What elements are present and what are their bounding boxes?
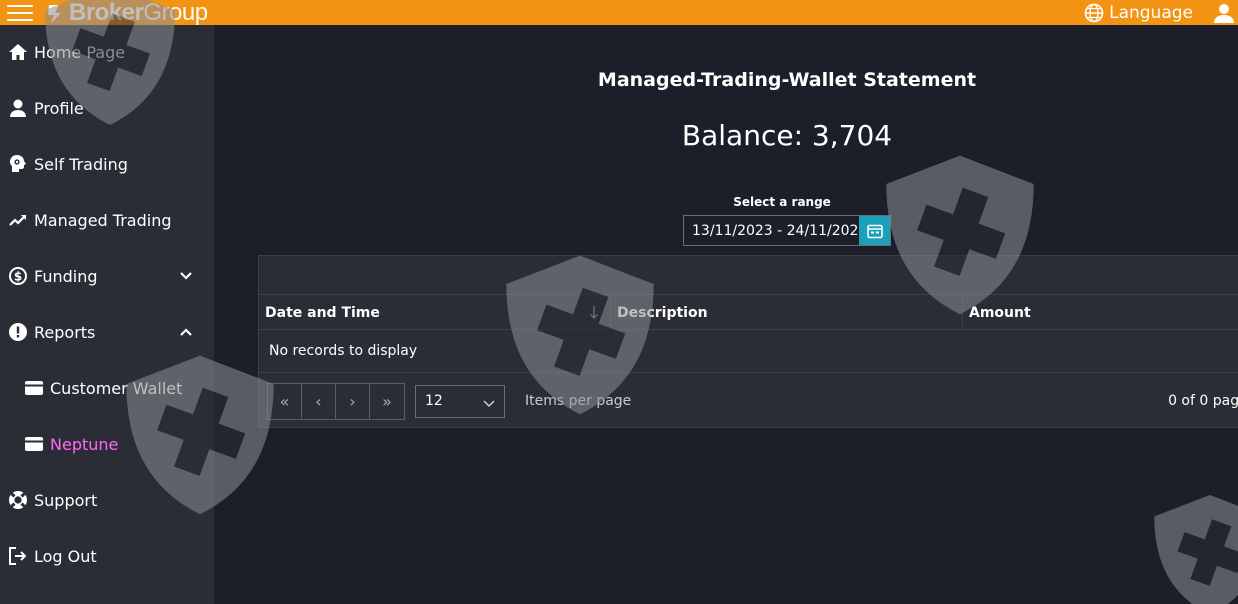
head-gear-icon [7,153,29,175]
next-page-button[interactable]: › [336,383,370,419]
sidebar: Home Page Profile Self Trading Managed T… [0,25,214,604]
sidebar-item-label: Self Trading [34,154,128,174]
sidebar-item-label: Profile [34,98,84,118]
sort-down-icon[interactable] [588,304,600,320]
sidebar-item-label: Reports [34,322,96,342]
sidebar-item-label: Customer Wallet [50,378,183,398]
sidebar-item-funding[interactable]: $ Funding [0,256,214,296]
sidebar-item-label: Home Page [34,42,126,62]
prev-page-button[interactable]: ‹ [302,383,336,419]
sidebar-item-customer-wallet[interactable]: Customer Wallet [0,368,214,408]
items-per-page-label: Items per page [525,393,632,409]
pager-buttons: « ‹ › » [267,382,405,420]
chevron-down-icon [483,399,495,407]
sidebar-item-label: Neptune [50,434,119,454]
first-page-button[interactable]: « [268,383,302,419]
calendar-button[interactable] [859,216,890,245]
sidebar-item-profile[interactable]: Profile [0,88,214,128]
menu-icon[interactable] [7,3,33,23]
sidebar-item-neptune[interactable]: Neptune [0,424,214,464]
trend-up-icon [7,209,29,231]
sidebar-item-logout[interactable]: Log Out [0,536,214,576]
page-title: Managed-Trading-Wallet Statement [597,69,977,91]
sidebar-item-label: Managed Trading [34,210,172,230]
grid-pager: « ‹ › » 12 Items per page 0 of 0 pages [259,373,1238,429]
calendar-icon [866,224,883,238]
language-label: Language [1109,2,1193,23]
sidebar-item-managed-trading[interactable]: Managed Trading [0,200,214,240]
chevron-down-icon[interactable] [178,268,194,284]
top-bar: BrokerGroup Language [0,0,1238,25]
page-size-select[interactable]: 12 [415,384,505,418]
chevron-up-icon[interactable] [178,324,194,340]
grid-header: Date and Time Description Amount [259,295,1238,330]
column-header-date[interactable]: Date and Time [259,295,611,330]
sidebar-item-label: Funding [34,266,98,286]
logout-icon [7,545,29,567]
svg-text:$: $ [14,270,22,284]
statement-grid: Date and Time Description Amount No reco… [258,255,1238,428]
sidebar-item-label: Support [34,490,98,510]
column-header-description[interactable]: Description [611,295,963,330]
home-icon [7,41,29,63]
no-records-message: No records to display [259,330,1238,373]
logo-text: BrokerGroup [69,0,208,26]
user-account-icon[interactable] [1213,2,1235,24]
logo: BrokerGroup [45,0,208,25]
sidebar-item-home[interactable]: Home Page [0,32,214,72]
dollar-cycle-icon: $ [7,265,29,287]
lifebuoy-icon [7,489,29,511]
alert-circle-icon [7,321,29,343]
globe-icon [1084,3,1104,22]
sidebar-item-label: Log Out [34,546,97,566]
sidebar-item-support[interactable]: Support [0,480,214,520]
wallet-icon [23,377,45,399]
sidebar-item-reports[interactable]: Reports [0,312,214,352]
column-header-amount[interactable]: Amount [963,295,1238,330]
language-selector[interactable]: Language [1084,3,1193,23]
range-label: Select a range [733,195,831,209]
balance-value: Balance: 3,704 [681,119,893,152]
logo-mark-icon [48,4,61,23]
date-range-input[interactable]: 13/11/2023 - 24/11/2023 [683,215,891,246]
wallet-icon [23,433,45,455]
last-page-button[interactable]: » [370,384,404,419]
grid-toolbar [259,256,1238,295]
pages-info: 0 of 0 pages [1168,393,1238,409]
main-content: Managed-Trading-Wallet Statement Balance… [214,25,1238,604]
sidebar-item-self-trading[interactable]: Self Trading [0,144,214,184]
user-icon [7,97,29,119]
